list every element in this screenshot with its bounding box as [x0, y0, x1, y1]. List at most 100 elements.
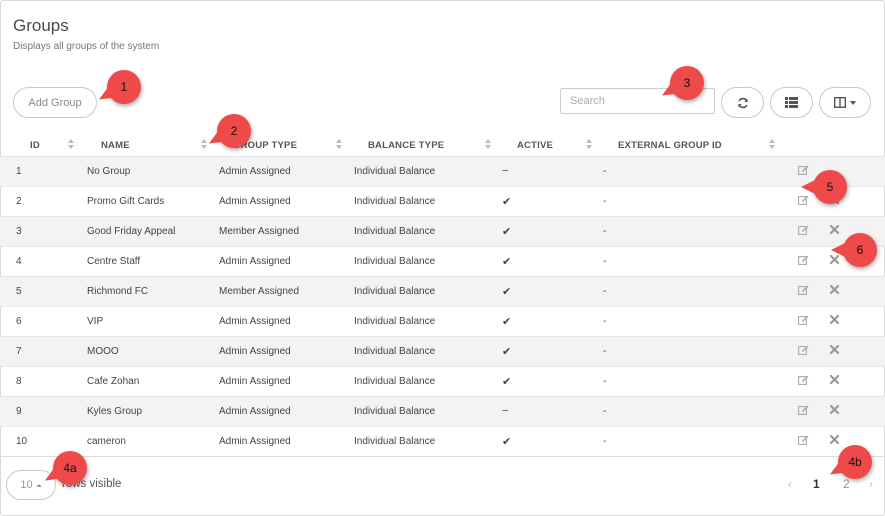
cell-name: cameron [87, 436, 126, 447]
edit-icon[interactable] [798, 285, 809, 299]
cell-active: ✔ [502, 376, 512, 388]
column-header-id[interactable]: ID [30, 140, 40, 151]
delete-icon[interactable] [829, 434, 840, 447]
cell-external-group-id: - [603, 406, 607, 417]
cell-active: ✔ [502, 436, 512, 448]
sort-icon[interactable] [586, 138, 593, 151]
cell-name: Good Friday Appeal [87, 226, 176, 237]
edit-icon[interactable] [798, 405, 809, 419]
sort-icon[interactable] [485, 138, 492, 151]
columns-toggle-button[interactable] [819, 87, 871, 118]
cell-external-group-id: - [603, 436, 607, 447]
delete-icon[interactable] [829, 404, 840, 417]
annotation-callout-4a: 4a [53, 451, 87, 485]
cell-active: ✔ [502, 286, 512, 298]
cell-balance-type: Individual Balance [354, 196, 436, 207]
column-header-name[interactable]: NAME [101, 140, 130, 151]
edit-icon[interactable] [798, 225, 809, 239]
cell-name: Promo Gift Cards [87, 196, 165, 207]
cell-balance-type: Individual Balance [354, 316, 436, 327]
delete-icon[interactable] [829, 284, 840, 297]
delete-icon[interactable] [829, 224, 840, 237]
cell-active: ✔ [502, 346, 512, 358]
cell-external-group-id: - [603, 316, 607, 327]
cell-balance-type: Individual Balance [354, 286, 436, 297]
cell-id: 2 [16, 196, 22, 207]
column-header-active[interactable]: ACTIVE [517, 140, 553, 151]
cell-balance-type: Individual Balance [354, 346, 436, 357]
cell-group-type: Admin Assigned [219, 256, 291, 267]
column-header-balance-type[interactable]: BALANCE TYPE [368, 140, 444, 151]
table-row[interactable]: 4 Centre Staff Admin Assigned Individual Ba… [0, 246, 885, 276]
table-row[interactable]: 2 Promo Gift Cards Admin Assigned Individua… [0, 186, 885, 216]
pagination-page-2[interactable]: 2 [843, 477, 850, 491]
cell-name: Richmond FC [87, 286, 149, 297]
sort-icon[interactable] [68, 138, 75, 151]
add-group-button[interactable]: Add Group [13, 87, 97, 118]
cell-active: ✔ [502, 196, 512, 208]
table-row[interactable]: 5 Richmond FC Member Assigned Individual Ba… [0, 276, 885, 306]
cell-external-group-id: - [603, 376, 607, 387]
table-row[interactable]: 9 Kyles Group Admin Assigned Individual Bal… [0, 396, 885, 426]
refresh-button[interactable] [721, 87, 764, 118]
table-row[interactable]: 10 cameron Admin Assigned Individual Balanc… [0, 426, 885, 456]
delete-icon[interactable] [829, 344, 840, 357]
sort-icon[interactable] [336, 138, 343, 151]
cell-id: 1 [16, 166, 22, 177]
cell-name: Cafe Zohan [87, 376, 140, 387]
table-header: ID NAME GROUP TYPE BALANCE TYPE ACTIVE E… [0, 134, 885, 156]
pagination-page-1[interactable]: 1 [813, 477, 820, 491]
edit-icon[interactable] [798, 195, 809, 209]
caret-up-icon [35, 484, 42, 487]
cell-group-type: Admin Assigned [219, 436, 291, 447]
cell-id: 8 [16, 376, 22, 387]
cell-active: ✔ [502, 226, 512, 238]
cell-id: 9 [16, 406, 22, 417]
refresh-icon [737, 97, 748, 108]
table-row[interactable]: 8 Cafe Zohan Admin Assigned Individual Bala… [0, 366, 885, 396]
annotation-callout-2: 2 [217, 114, 251, 148]
annotation-callout-6: 6 [831, 233, 877, 267]
cell-id: 7 [16, 346, 22, 357]
table-row[interactable]: 3 Good Friday Appeal Member Assigned Indivi… [0, 216, 885, 246]
cell-group-type: Admin Assigned [219, 316, 291, 327]
cell-group-type: Admin Assigned [219, 166, 291, 177]
cell-active: − [502, 405, 509, 417]
cell-group-type: Admin Assigned [219, 406, 291, 417]
cell-balance-type: Individual Balance [354, 166, 436, 177]
cell-balance-type: Individual Balance [354, 436, 436, 447]
cell-balance-type: Individual Balance [354, 376, 436, 387]
table-body: 1 No Group Admin Assigned Individual Balanc… [0, 156, 885, 456]
cell-external-group-id: - [603, 346, 607, 357]
annotation-callout-3: 3 [670, 66, 704, 100]
delete-icon[interactable] [829, 314, 840, 327]
pagination-next[interactable]: › [869, 477, 873, 491]
edit-icon[interactable] [798, 255, 809, 269]
page-title: Groups [13, 16, 69, 35]
columns-icon [834, 97, 846, 108]
delete-icon[interactable] [829, 374, 840, 387]
table-row[interactable]: 6 VIP Admin Assigned Individual Balance ✔ - [0, 306, 885, 336]
list-icon [785, 97, 798, 108]
table-row[interactable]: 1 No Group Admin Assigned Individual Balanc… [0, 156, 885, 186]
list-view-button[interactable] [770, 87, 813, 118]
edit-icon[interactable] [798, 375, 809, 389]
edit-icon[interactable] [798, 345, 809, 359]
cell-id: 4 [16, 256, 22, 267]
cell-balance-type: Individual Balance [354, 406, 436, 417]
cell-active: ✔ [502, 256, 512, 268]
edit-icon[interactable] [798, 435, 809, 449]
cell-group-type: Admin Assigned [219, 376, 291, 387]
edit-icon[interactable] [798, 315, 809, 329]
cell-name: VIP [87, 316, 104, 327]
cell-balance-type: Individual Balance [354, 226, 436, 237]
edit-icon[interactable] [798, 165, 809, 179]
table-row[interactable]: 7 MOOO Admin Assigned Individual Balance ✔ - [0, 336, 885, 366]
column-header-external-group-id[interactable]: EXTERNAL GROUP ID [618, 140, 722, 151]
sort-icon[interactable] [769, 138, 776, 151]
cell-group-type: Admin Assigned [219, 346, 291, 357]
page-subtitle: Displays all groups of the system [13, 41, 160, 52]
cell-external-group-id: - [603, 226, 607, 237]
pagination-prev[interactable]: ‹ [788, 477, 792, 491]
cell-name: No Group [87, 166, 131, 177]
